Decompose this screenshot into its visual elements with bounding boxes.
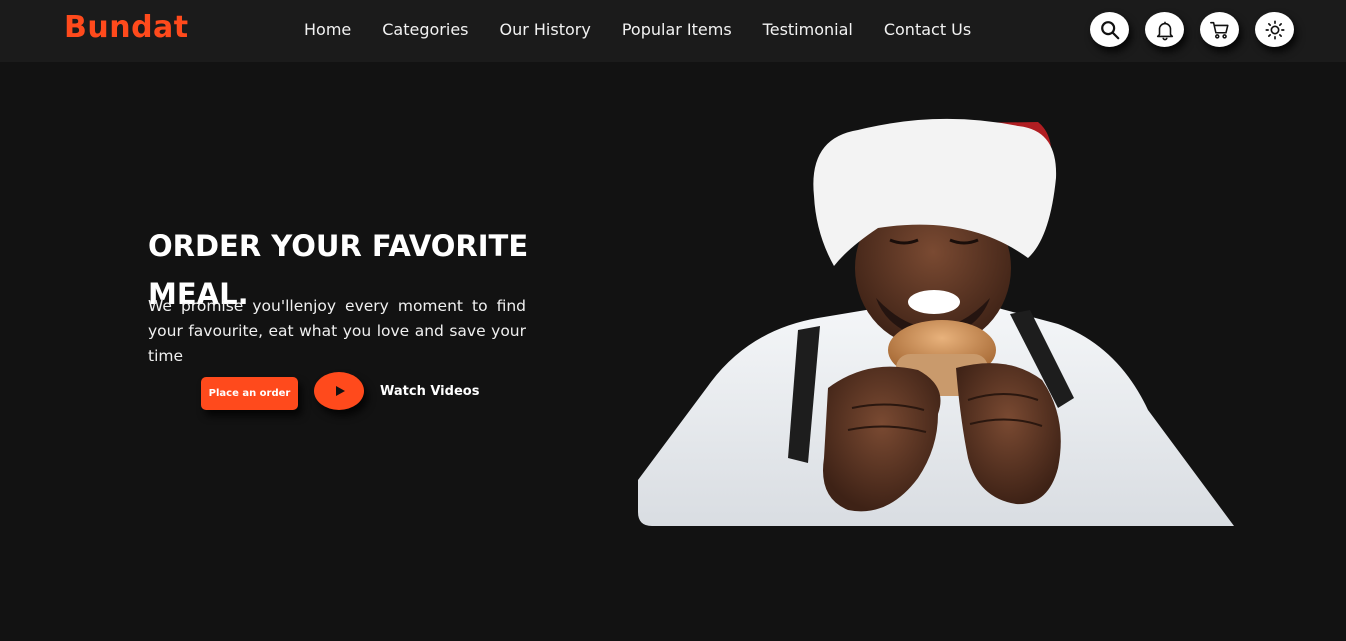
place-order-button[interactable]: Place an order (201, 377, 298, 410)
watch-videos-link[interactable]: Watch Videos (380, 384, 479, 399)
mouth (908, 290, 960, 314)
cart-button[interactable] (1200, 12, 1239, 47)
nav-links: Home Categories Our History Popular Item… (304, 20, 971, 39)
hero-illustration (638, 118, 1234, 526)
notifications-button[interactable] (1145, 12, 1184, 47)
nav-link-our-history[interactable]: Our History (500, 20, 591, 39)
hero-image (638, 118, 1234, 526)
nav-link-categories[interactable]: Categories (382, 20, 468, 39)
nav-link-testimonial[interactable]: Testimonial (763, 20, 853, 39)
search-icon (1100, 20, 1119, 39)
search-button[interactable] (1090, 12, 1129, 47)
brand-logo[interactable]: Bundat (64, 10, 189, 45)
nav-icon-group (1090, 12, 1294, 47)
sun-icon (1264, 19, 1285, 40)
cart-icon (1209, 21, 1229, 39)
navbar: Bundat Home Categories Our History Popul… (0, 0, 1346, 62)
nav-link-home[interactable]: Home (304, 20, 351, 39)
play-icon (336, 386, 345, 396)
hero-description: We promise you'llenjoy every moment to f… (148, 297, 526, 365)
play-video-button[interactable] (314, 372, 364, 410)
bell-icon (1156, 21, 1173, 40)
theme-toggle-button[interactable] (1255, 12, 1294, 47)
nav-link-contact-us[interactable]: Contact Us (884, 20, 971, 39)
nav-link-popular-items[interactable]: Popular Items (622, 20, 732, 39)
